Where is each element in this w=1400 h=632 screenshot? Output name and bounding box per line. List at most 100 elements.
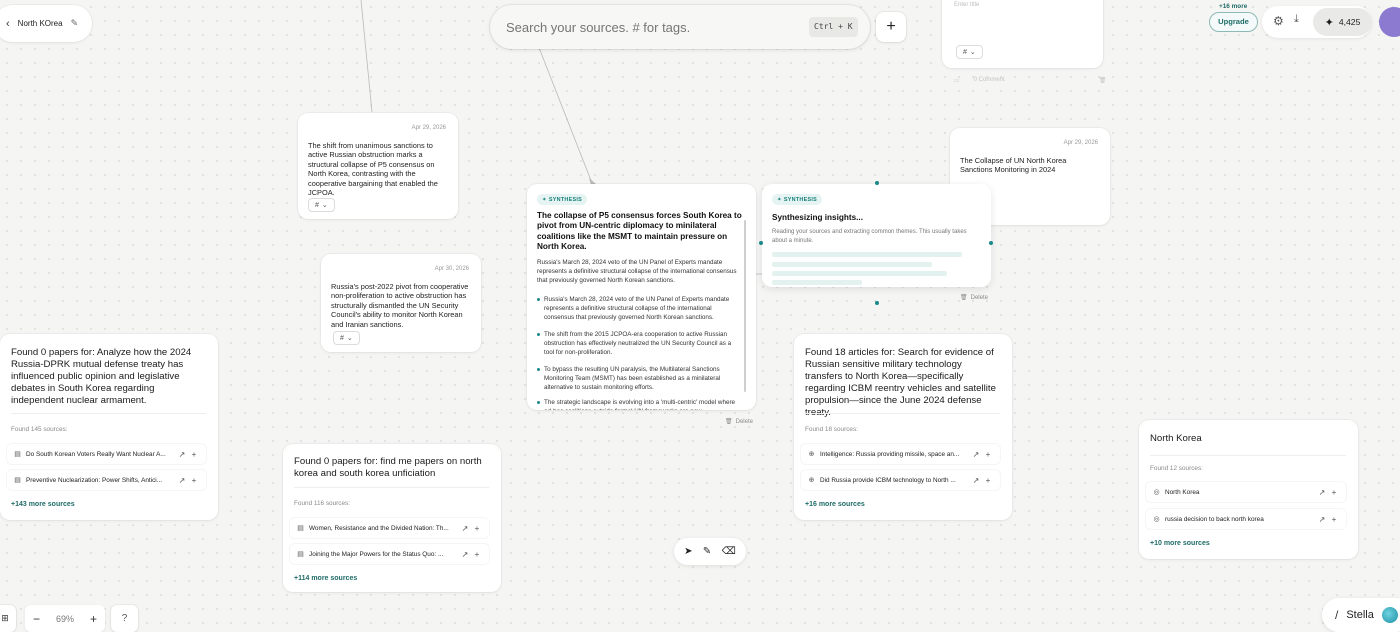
note-card[interactable]: Apr 30, 2026 Russia's post-2022 pivot fr…: [321, 254, 481, 352]
synthesis-intro: Russia's March 28, 2024 veto of the UN P…: [537, 259, 737, 285]
open-link-icon[interactable]: ↗: [970, 450, 982, 459]
tag-dropdown[interactable]: # ⌄: [308, 198, 335, 212]
upgrade-button[interactable]: Upgrade: [1209, 12, 1258, 32]
search-input[interactable]: [506, 17, 796, 37]
zoom-out-button[interactable]: −: [33, 612, 40, 626]
open-link-icon[interactable]: ↗: [970, 476, 982, 485]
chevron-down-icon: ⌄: [321, 202, 328, 209]
canvas-tools: ➤ ✎ ⌫: [674, 538, 746, 565]
add-icon[interactable]: +: [471, 550, 483, 559]
search-result-title: Found 18 articles for: Search for eviden…: [805, 347, 996, 418]
tag-dropdown[interactable]: # ⌄: [956, 45, 983, 59]
more-sources-link[interactable]: +114 more sources: [294, 575, 357, 582]
credits-badge[interactable]: ✦ 4,425: [1313, 8, 1372, 36]
loading-skeleton: [772, 271, 947, 276]
synthesizing-card[interactable]: ✦ SYNTHESIS Synthesizing insights... Read…: [762, 184, 991, 287]
more-link-top[interactable]: +16 more: [1219, 3, 1247, 10]
download-icon[interactable]: ⤓: [1294, 13, 1299, 26]
more-sources-link[interactable]: +10 more sources: [1150, 540, 1210, 547]
edit-pencil-icon[interactable]: ✎: [71, 18, 79, 29]
connect-handle[interactable]: [759, 241, 763, 245]
document-icon: ▤: [297, 551, 304, 558]
more-sources-link[interactable]: +16 more sources: [805, 501, 865, 508]
open-link-icon[interactable]: ↗: [176, 476, 188, 485]
sparkle-icon: ✦: [542, 196, 547, 203]
search-bar[interactable]: Ctrl + K: [490, 5, 870, 49]
note-date: Apr 29, 2026: [411, 125, 446, 131]
add-icon[interactable]: +: [188, 450, 200, 459]
open-link-icon[interactable]: ↗: [1316, 488, 1328, 497]
scrollbar-thumb[interactable]: [744, 220, 746, 392]
synthesizing-delete[interactable]: 🗑 Delete: [960, 294, 988, 302]
source-row[interactable]: ◎ russia decision to back north korea ↗ …: [1146, 509, 1346, 529]
help-button[interactable]: ?: [111, 605, 138, 632]
synthesis-title: The collapse of P5 consensus forces Sout…: [537, 211, 742, 251]
source-row[interactable]: ⊕ Did Russia provide ICBM technology to …: [801, 470, 1000, 490]
plus-icon: +: [886, 18, 896, 35]
partial-note-card[interactable]: Enter title # ⌄: [942, 0, 1103, 68]
project-title-pill[interactable]: ‹ North KOrea ✎: [0, 5, 92, 42]
open-link-icon[interactable]: ↗: [459, 550, 471, 559]
settings-gear-icon[interactable]: ⚙: [1273, 14, 1284, 28]
comment-count: 0 Comment: [973, 77, 1005, 83]
search-result-card[interactable]: Found 0 papers for: Analyze how the 2024…: [0, 334, 218, 520]
zoom-control: − 69% +: [25, 605, 105, 632]
tag-dropdown[interactable]: # ⌄: [333, 331, 360, 345]
search-result-card[interactable]: Found 18 articles for: Search for eviden…: [794, 334, 1012, 520]
search-result-title: Found 0 papers for: find me papers on no…: [294, 456, 482, 479]
globe-icon: ⊕: [808, 451, 815, 458]
source-count: Found 18 sources:: [805, 426, 858, 433]
sparkle-icon: ✦: [777, 196, 782, 203]
add-icon[interactable]: +: [188, 476, 200, 485]
more-sources-link[interactable]: +143 more sources: [11, 501, 75, 508]
add-icon[interactable]: +: [471, 524, 483, 533]
synthesis-badge: ✦ SYNTHESIS: [537, 194, 588, 205]
document-icon: ▤: [297, 525, 304, 532]
source-count: Found 116 sources:: [294, 500, 351, 507]
pencil-icon[interactable]: ✎: [703, 546, 711, 557]
synthesis-bullet: To bypass the resulting UN paralysis, th…: [544, 366, 721, 392]
search-shortcut-badge: Ctrl + K: [809, 17, 858, 37]
synthesizing-title: Synthesizing insights...: [772, 213, 863, 222]
eraser-icon[interactable]: ⌫: [722, 546, 736, 557]
document-icon: ▤: [14, 477, 21, 484]
connect-handle[interactable]: [875, 301, 879, 305]
search-result-card[interactable]: North Korea Found 12 sources: ◎ North Ko…: [1139, 420, 1358, 559]
connect-handle[interactable]: [989, 241, 993, 245]
source-row[interactable]: ▤ Preventive Nuclearization: Power Shift…: [7, 470, 206, 490]
assistant-button[interactable]: / Stella: [1322, 598, 1400, 632]
open-link-icon[interactable]: ↗: [1316, 515, 1328, 524]
source-row[interactable]: ◎ North Korea ↗ +: [1146, 482, 1346, 502]
add-icon[interactable]: +: [1328, 488, 1340, 497]
synthesizing-subtitle: Reading your sources and extracting comm…: [772, 229, 967, 244]
add-icon[interactable]: +: [982, 476, 994, 485]
note-date: Apr 29, 2026: [1063, 140, 1098, 146]
source-count: Found 12 sources:: [1150, 465, 1203, 472]
back-chevron-icon[interactable]: ‹: [6, 18, 10, 30]
grid-view-button[interactable]: ⊞: [0, 605, 16, 632]
source-row[interactable]: ▤ Do South Korean Voters Really Want Nuc…: [7, 444, 206, 464]
open-link-icon[interactable]: ↗: [176, 450, 188, 459]
search-result-icon: ◎: [1153, 489, 1160, 496]
trash-icon: 🗑: [960, 295, 968, 301]
add-node-button[interactable]: +: [876, 12, 906, 42]
source-row[interactable]: ▤ Joining the Major Powers for the Statu…: [290, 544, 489, 564]
connect-handle[interactable]: [875, 181, 879, 185]
open-link-icon[interactable]: ↗: [459, 524, 471, 533]
zoom-in-button[interactable]: +: [90, 612, 97, 626]
note-card[interactable]: Apr 29, 2026 The shift from unanimous sa…: [298, 113, 458, 219]
chevron-down-icon: ⌄: [969, 49, 976, 56]
add-icon[interactable]: +: [982, 450, 994, 459]
synthesis-delete[interactable]: 🗑 Delete: [725, 418, 753, 426]
search-result-card[interactable]: Found 0 papers for: find me papers on no…: [283, 444, 501, 592]
add-icon[interactable]: +: [1328, 515, 1340, 524]
cursor-pointer-icon[interactable]: ➤: [684, 546, 692, 557]
source-row[interactable]: ⊕ Intelligence: Russia providing missile…: [801, 444, 1000, 464]
trash-icon[interactable]: 🗑: [1099, 77, 1107, 84]
synthesis-card[interactable]: ✦ SYNTHESIS The collapse of P5 consensus …: [527, 184, 756, 410]
grid-icon: ⊞: [1, 613, 9, 623]
synthesis-bullet: The strategic landscape is evolving into…: [544, 399, 736, 410]
loading-skeleton: [772, 280, 862, 285]
source-row[interactable]: ▤ Women, Resistance and the Divided Nati…: [290, 518, 489, 538]
loading-skeleton: [772, 252, 962, 257]
